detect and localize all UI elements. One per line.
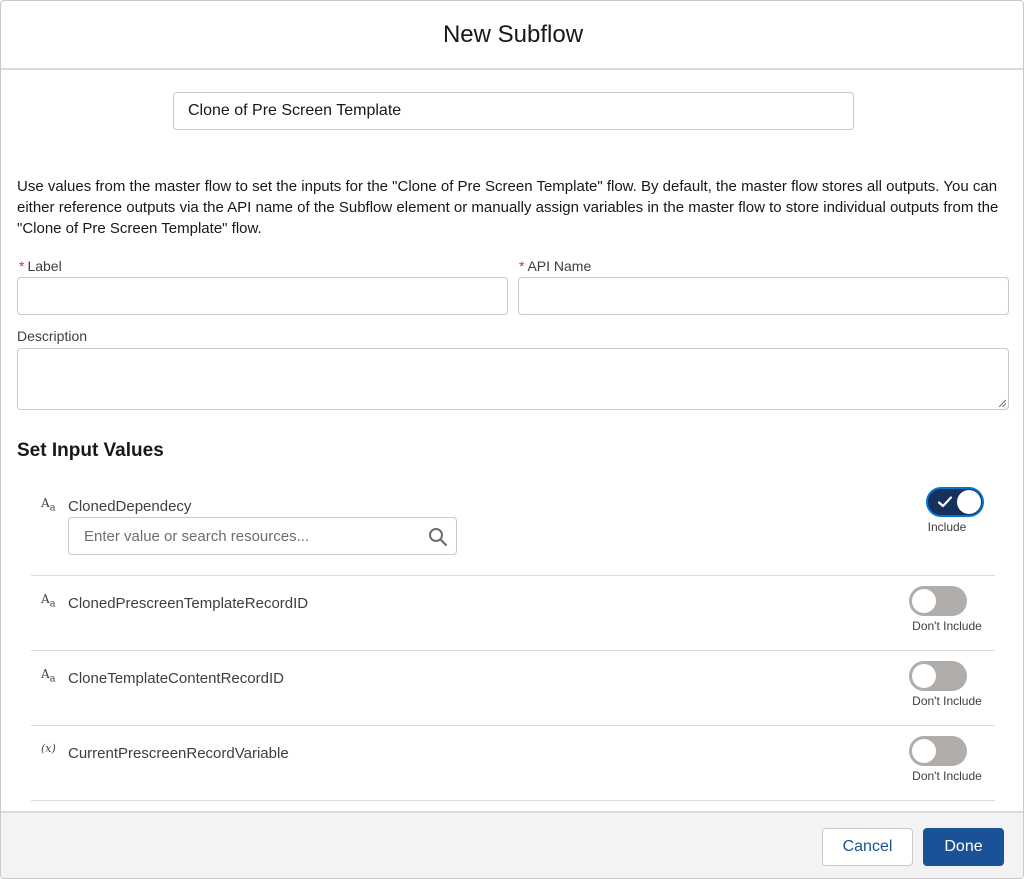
required-mark: * xyxy=(519,258,525,274)
toggle-knob xyxy=(912,739,936,763)
toggle-status-label: Include xyxy=(927,520,967,534)
done-button[interactable]: Done xyxy=(923,828,1004,866)
label-field-label: * Label xyxy=(19,258,62,274)
modal-footer: Cancel Done xyxy=(1,811,1023,878)
subflow-name-field[interactable]: Clone of Pre Screen Template xyxy=(173,92,854,130)
include-toggle[interactable] xyxy=(909,661,967,691)
text-type-icon: Aa xyxy=(41,667,56,685)
include-toggle-group: Don't Include xyxy=(897,736,997,786)
text-type-icon: Aa xyxy=(41,496,56,514)
toggle-status-label: Don't Include xyxy=(912,694,982,708)
check-icon xyxy=(937,496,953,508)
variable-name: ClonedPrescreenTemplateRecordID xyxy=(68,595,309,612)
cancel-button[interactable]: Cancel xyxy=(822,828,913,866)
required-mark: * xyxy=(19,258,25,274)
input-variable-row: Aa CloneTemplateContentRecordID Don't In… xyxy=(31,651,995,726)
modal-title: New Subflow xyxy=(442,20,584,48)
description-field-label: Description xyxy=(17,328,88,344)
label-label-text: Label xyxy=(27,258,62,274)
variable-name: ClonedDependecy xyxy=(68,498,192,515)
toggle-knob xyxy=(912,664,936,688)
text-type-icon: Aa xyxy=(41,592,56,610)
api-name-input[interactable] xyxy=(518,277,1009,315)
label-input[interactable] xyxy=(17,277,508,315)
include-toggle-group: Include xyxy=(897,487,997,537)
include-toggle[interactable] xyxy=(909,586,967,616)
include-toggle-group: Don't Include xyxy=(897,661,997,711)
description-textarea[interactable] xyxy=(17,348,1009,410)
toggle-status-label: Don't Include xyxy=(912,619,982,633)
variable-name: CloneTemplateContentRecordID xyxy=(68,670,284,687)
api-name-label-text: API Name xyxy=(527,258,592,274)
variable-name: CurrentPrescreenRecordVariable xyxy=(68,745,289,762)
modal-body: Clone of Pre Screen Template Use values … xyxy=(1,70,1023,811)
input-variable-row: Aa ClonedDependecy Include xyxy=(31,480,995,576)
subflow-description-text: Use values from the master flow to set t… xyxy=(17,178,999,237)
include-toggle-group: Don't Include xyxy=(897,586,997,636)
toggle-knob xyxy=(912,589,936,613)
input-variable-row: Aa ClonedPrescreenTemplateRecordID Don't… xyxy=(31,576,995,651)
toggle-knob xyxy=(957,490,981,514)
resource-search-box[interactable] xyxy=(68,517,457,555)
search-icon xyxy=(429,528,448,547)
resize-grip-icon[interactable] xyxy=(998,399,1006,407)
resource-search-input[interactable] xyxy=(69,518,419,554)
modal-header: New Subflow xyxy=(1,1,1023,70)
api-name-field-label: * API Name xyxy=(519,258,591,274)
set-input-values-heading: Set Input Values xyxy=(17,440,164,461)
new-subflow-modal: New Subflow Clone of Pre Screen Template… xyxy=(0,0,1024,879)
variable-type-icon: (x) xyxy=(41,742,56,755)
subflow-name-value: Clone of Pre Screen Template xyxy=(188,102,402,119)
include-toggle[interactable] xyxy=(909,736,967,766)
toggle-status-label: Don't Include xyxy=(912,769,982,783)
input-variable-row: (x) CurrentPrescreenRecordVariable Don't… xyxy=(31,726,995,801)
include-toggle[interactable] xyxy=(926,487,984,517)
